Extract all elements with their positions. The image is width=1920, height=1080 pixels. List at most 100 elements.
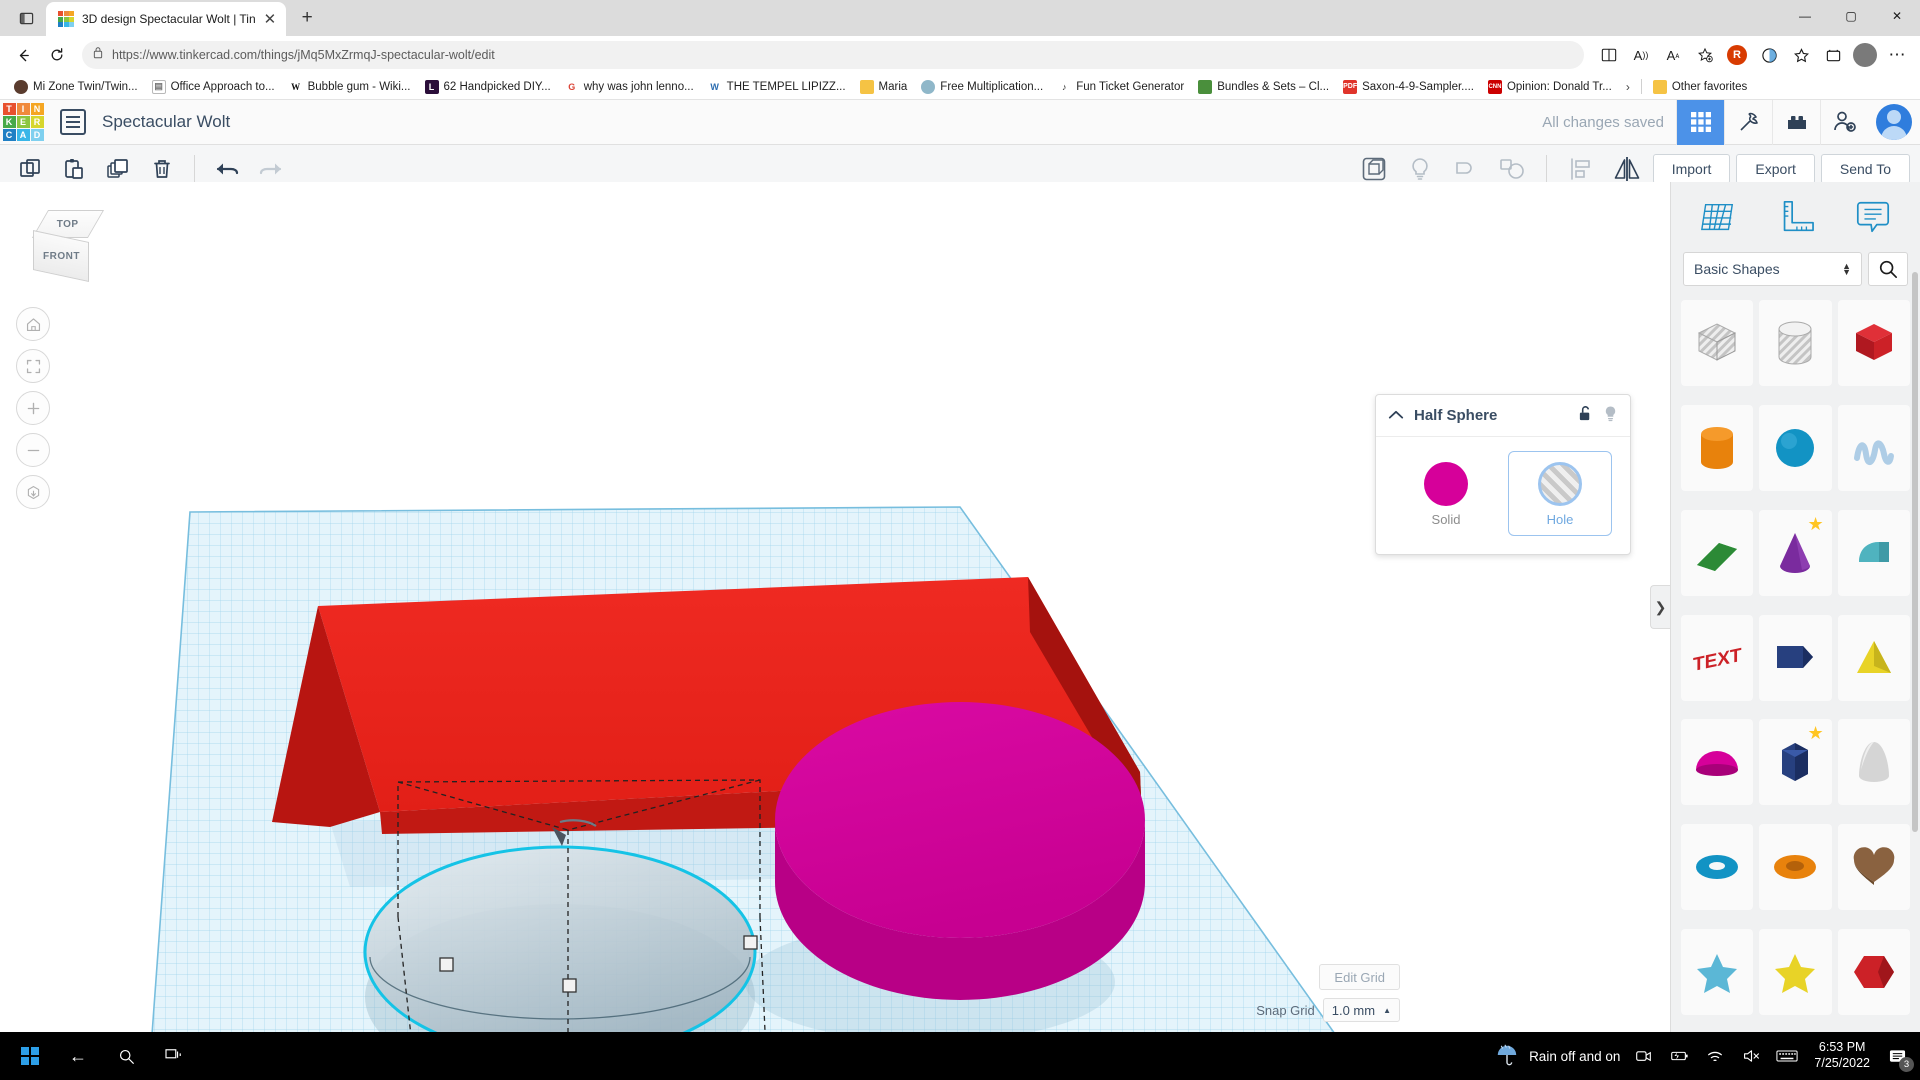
snap-grid-value[interactable]: 1.0 mm ▲ bbox=[1322, 998, 1400, 1022]
split-screen-icon[interactable] bbox=[1594, 40, 1624, 70]
bookmark-item[interactable]: W THE TEMPEL LIPIZZ... bbox=[702, 78, 852, 96]
brick-icon[interactable] bbox=[1772, 99, 1820, 145]
search-icon[interactable] bbox=[1868, 252, 1908, 286]
favorites-icon[interactable] bbox=[1786, 40, 1816, 70]
ruler-icon[interactable] bbox=[1773, 195, 1817, 239]
shape-tile-text[interactable]: TEXT bbox=[1681, 614, 1754, 701]
grid-plane-icon[interactable] bbox=[1696, 195, 1740, 239]
shape-tile-heart[interactable] bbox=[1837, 824, 1910, 911]
battery-charging-icon[interactable] bbox=[1662, 1032, 1696, 1080]
chevron-up-icon[interactable] bbox=[1388, 408, 1404, 423]
page-title[interactable]: Spectacular Wolt bbox=[102, 112, 230, 132]
collections-icon[interactable] bbox=[1818, 40, 1848, 70]
shape-tile-paraboloid[interactable] bbox=[1837, 719, 1910, 806]
window-close-button[interactable]: ✕ bbox=[1874, 0, 1920, 32]
note-bubble-icon[interactable] bbox=[1851, 195, 1895, 239]
immersive-reader-icon[interactable]: Aᴀ bbox=[1658, 40, 1688, 70]
shape-category-select[interactable]: Basic Shapes ▲ ▼ bbox=[1683, 252, 1862, 286]
shape-tile-wedge[interactable] bbox=[1681, 509, 1754, 596]
tab-actions-button[interactable] bbox=[6, 3, 46, 33]
notification-icon[interactable]: 3 bbox=[1880, 1032, 1914, 1080]
lightbulb-icon[interactable] bbox=[1603, 404, 1618, 427]
keyboard-icon[interactable] bbox=[1770, 1032, 1804, 1080]
shape-tile-box[interactable] bbox=[1837, 300, 1910, 386]
bookmark-item[interactable]: ♪ Fun Ticket Generator bbox=[1051, 78, 1190, 96]
shape-tile-cylinder[interactable] bbox=[1681, 404, 1754, 491]
shape-tile-polygon[interactable]: ★ bbox=[1759, 719, 1832, 806]
taskbar-search-icon[interactable] bbox=[102, 1032, 150, 1080]
address-bar[interactable]: https://www.tinkercad.com/things/jMq5MxZ… bbox=[82, 41, 1584, 69]
fit-frame-icon[interactable] bbox=[16, 349, 50, 383]
windows-start-icon[interactable] bbox=[6, 1032, 54, 1080]
tinkercad-logo[interactable]: T I N K E R C A D bbox=[0, 100, 46, 145]
taskbar-weather-widget[interactable]: Rain off and on bbox=[1495, 1043, 1626, 1070]
zoom-out-button[interactable] bbox=[16, 433, 50, 467]
hammer-icon[interactable] bbox=[1724, 99, 1772, 145]
bookmark-item[interactable]: W Bubble gum - Wiki... bbox=[283, 78, 417, 96]
user-avatar[interactable] bbox=[1876, 104, 1912, 140]
shape-tile-torus[interactable] bbox=[1681, 824, 1754, 911]
send-to-button[interactable]: Send To bbox=[1820, 153, 1910, 184]
close-icon[interactable]: ✕ bbox=[264, 12, 277, 27]
project-list-icon[interactable] bbox=[60, 109, 86, 135]
add-favorite-icon[interactable] bbox=[1690, 40, 1720, 70]
shape-tile-pyramid[interactable] bbox=[1837, 614, 1910, 701]
hole-color-swatch[interactable] bbox=[1538, 462, 1582, 506]
bookmark-item[interactable]: Maria bbox=[854, 78, 914, 96]
maximize-button[interactable]: ▢ bbox=[1828, 0, 1874, 32]
browser-tab[interactable]: 3D design Spectacular Wolt | Tin ✕ bbox=[46, 2, 287, 36]
zoom-in-button[interactable] bbox=[16, 391, 50, 425]
shape-tile-star[interactable] bbox=[1681, 929, 1754, 1016]
import-button[interactable]: Import bbox=[1652, 153, 1731, 184]
export-button[interactable]: Export bbox=[1736, 153, 1815, 184]
volume-muted-icon[interactable] bbox=[1734, 1032, 1768, 1080]
hole-option[interactable]: Hole bbox=[1508, 451, 1612, 536]
shape-tile-half-sphere[interactable] bbox=[1681, 719, 1754, 806]
bookmark-item[interactable]: Bundles & Sets – Cl... bbox=[1192, 78, 1335, 96]
edit-grid-button[interactable]: Edit Grid bbox=[1319, 964, 1400, 990]
shape-tile-hexagon[interactable] bbox=[1837, 929, 1910, 1016]
3d-viewport[interactable]: Workplane bbox=[0, 182, 1670, 1032]
browser-essentials-icon[interactable] bbox=[1754, 40, 1784, 70]
shape-tile-tube[interactable] bbox=[1759, 824, 1832, 911]
minimize-button[interactable]: — bbox=[1782, 0, 1828, 32]
bookmark-item[interactable]: Gwhy was john lenno... bbox=[559, 78, 700, 96]
bookmark-item[interactable]: L 62 Handpicked DIY... bbox=[419, 78, 557, 96]
shape-tile-cone[interactable]: ★ bbox=[1759, 509, 1832, 596]
back-button[interactable] bbox=[8, 40, 38, 70]
reload-button[interactable] bbox=[42, 40, 72, 70]
taskbar-back-icon[interactable]: ← bbox=[54, 1032, 102, 1080]
wifi-icon[interactable] bbox=[1698, 1032, 1732, 1080]
account-avatar[interactable] bbox=[1850, 40, 1880, 70]
sidebar-scrollbar[interactable] bbox=[1912, 272, 1918, 832]
new-tab-button[interactable]: + bbox=[292, 3, 322, 33]
camera-icon[interactable] bbox=[1626, 1032, 1660, 1080]
bookmark-item[interactable]: ▤ Office Approach to... bbox=[146, 78, 281, 96]
solid-color-swatch[interactable] bbox=[1424, 462, 1468, 506]
unlock-icon[interactable] bbox=[1578, 405, 1593, 427]
person-add-icon[interactable] bbox=[1820, 99, 1868, 145]
bookmark-item[interactable]: Mi Zone Twin/Twin... bbox=[8, 78, 144, 96]
bookmark-item[interactable]: CNN Opinion: Donald Tr... bbox=[1482, 78, 1618, 96]
taskbar-clock[interactable]: 6:53 PM 7/25/2022 bbox=[1804, 1040, 1880, 1071]
other-favorites-folder[interactable]: Other favorites bbox=[1647, 78, 1753, 96]
shape-tile-box-hole[interactable] bbox=[1681, 300, 1754, 386]
shape-tile-roof[interactable] bbox=[1837, 509, 1910, 596]
taskbar-taskview-icon[interactable] bbox=[150, 1032, 198, 1080]
bookmark-item[interactable]: PDF Saxon-4-9-Sampler.... bbox=[1337, 78, 1480, 96]
bookmark-item[interactable]: Free Multiplication... bbox=[915, 78, 1049, 96]
shape-tile-star-yellow[interactable] bbox=[1759, 929, 1832, 1016]
settings-more-icon[interactable]: ⋯ bbox=[1882, 40, 1912, 70]
home-view-button[interactable] bbox=[16, 307, 50, 341]
cube-view-icon[interactable] bbox=[16, 475, 50, 509]
shape-tile-tube-square[interactable] bbox=[1759, 614, 1832, 701]
bookmarks-overflow-chevron[interactable]: › bbox=[1620, 80, 1636, 94]
shape-tile-cylinder-hole[interactable] bbox=[1759, 300, 1832, 386]
view-cube[interactable]: TOP FRONT bbox=[28, 210, 105, 282]
read-aloud-icon[interactable]: A)) bbox=[1626, 40, 1656, 70]
solid-option[interactable]: Solid bbox=[1394, 451, 1498, 536]
collapse-sidebar-button[interactable]: ❯ bbox=[1650, 585, 1670, 629]
shape-tile-scribble[interactable] bbox=[1837, 404, 1910, 491]
shape-tile-sphere[interactable] bbox=[1759, 404, 1832, 491]
profile-letter-badge[interactable]: R bbox=[1722, 40, 1752, 70]
